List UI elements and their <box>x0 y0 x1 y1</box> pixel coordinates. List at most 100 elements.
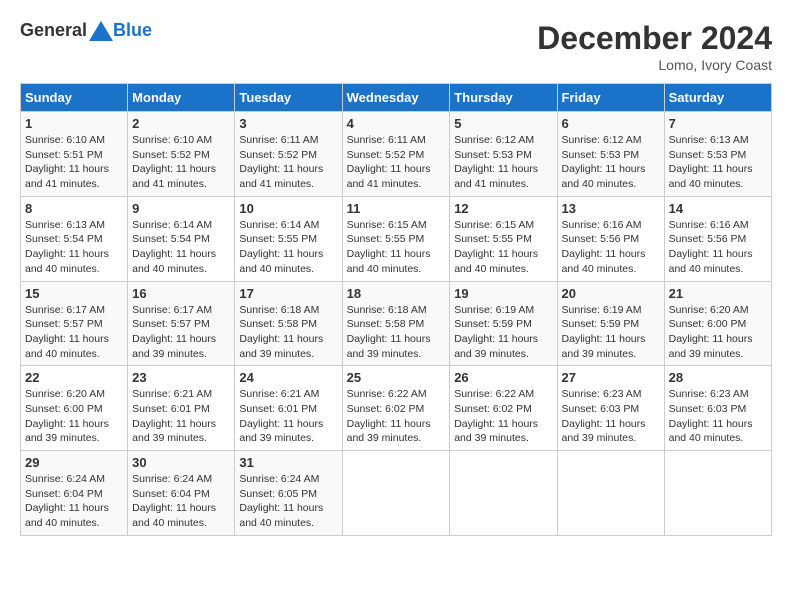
location-subtitle: Lomo, Ivory Coast <box>537 57 772 73</box>
day-number: 20 <box>562 286 660 301</box>
day-number: 27 <box>562 370 660 385</box>
day-info: Sunrise: 6:20 AM Sunset: 6:00 PM Dayligh… <box>669 303 767 362</box>
day-number: 30 <box>132 455 230 470</box>
calendar-day-29: 29 Sunrise: 6:24 AM Sunset: 6:04 PM Dayl… <box>21 451 128 536</box>
day-info: Sunrise: 6:16 AM Sunset: 5:56 PM Dayligh… <box>669 218 767 277</box>
calendar-header-row: Sunday Monday Tuesday Wednesday Thursday… <box>21 84 772 112</box>
calendar-day-7: 7 Sunrise: 6:13 AM Sunset: 5:53 PM Dayli… <box>664 112 771 197</box>
calendar-day-28: 28 Sunrise: 6:23 AM Sunset: 6:03 PM Dayl… <box>664 366 771 451</box>
calendar-day-3: 3 Sunrise: 6:11 AM Sunset: 5:52 PM Dayli… <box>235 112 342 197</box>
calendar-day-5: 5 Sunrise: 6:12 AM Sunset: 5:53 PM Dayli… <box>450 112 557 197</box>
calendar-day-4: 4 Sunrise: 6:11 AM Sunset: 5:52 PM Dayli… <box>342 112 450 197</box>
day-info: Sunrise: 6:15 AM Sunset: 5:55 PM Dayligh… <box>454 218 552 277</box>
day-info: Sunrise: 6:23 AM Sunset: 6:03 PM Dayligh… <box>669 387 767 446</box>
calendar-day-20: 20 Sunrise: 6:19 AM Sunset: 5:59 PM Dayl… <box>557 281 664 366</box>
day-number: 31 <box>239 455 337 470</box>
logo-blue: Blue <box>113 20 152 41</box>
header-thursday: Thursday <box>450 84 557 112</box>
day-number: 13 <box>562 201 660 216</box>
day-info: Sunrise: 6:16 AM Sunset: 5:56 PM Dayligh… <box>562 218 660 277</box>
day-number: 1 <box>25 116 123 131</box>
day-info: Sunrise: 6:13 AM Sunset: 5:53 PM Dayligh… <box>669 133 767 192</box>
day-number: 7 <box>669 116 767 131</box>
logo: General Blue <box>20 20 152 41</box>
day-number: 14 <box>669 201 767 216</box>
day-info: Sunrise: 6:20 AM Sunset: 6:00 PM Dayligh… <box>25 387 123 446</box>
day-number: 5 <box>454 116 552 131</box>
month-title: December 2024 <box>537 20 772 57</box>
day-number: 16 <box>132 286 230 301</box>
day-info: Sunrise: 6:14 AM Sunset: 5:55 PM Dayligh… <box>239 218 337 277</box>
calendar-day-1: 1 Sunrise: 6:10 AM Sunset: 5:51 PM Dayli… <box>21 112 128 197</box>
day-info: Sunrise: 6:12 AM Sunset: 5:53 PM Dayligh… <box>562 133 660 192</box>
day-info: Sunrise: 6:10 AM Sunset: 5:52 PM Dayligh… <box>132 133 230 192</box>
calendar-week-row-5: 29 Sunrise: 6:24 AM Sunset: 6:04 PM Dayl… <box>21 451 772 536</box>
calendar-day-empty <box>557 451 664 536</box>
day-number: 3 <box>239 116 337 131</box>
day-info: Sunrise: 6:24 AM Sunset: 6:05 PM Dayligh… <box>239 472 337 531</box>
calendar-day-6: 6 Sunrise: 6:12 AM Sunset: 5:53 PM Dayli… <box>557 112 664 197</box>
calendar-day-24: 24 Sunrise: 6:21 AM Sunset: 6:01 PM Dayl… <box>235 366 342 451</box>
logo-icon <box>89 21 113 41</box>
calendar-day-22: 22 Sunrise: 6:20 AM Sunset: 6:00 PM Dayl… <box>21 366 128 451</box>
header-friday: Friday <box>557 84 664 112</box>
day-info: Sunrise: 6:19 AM Sunset: 5:59 PM Dayligh… <box>562 303 660 362</box>
calendar-week-row-3: 15 Sunrise: 6:17 AM Sunset: 5:57 PM Dayl… <box>21 281 772 366</box>
header-tuesday: Tuesday <box>235 84 342 112</box>
day-info: Sunrise: 6:23 AM Sunset: 6:03 PM Dayligh… <box>562 387 660 446</box>
page-header: General Blue December 2024 Lomo, Ivory C… <box>20 20 772 73</box>
day-info: Sunrise: 6:11 AM Sunset: 5:52 PM Dayligh… <box>347 133 446 192</box>
calendar-day-31: 31 Sunrise: 6:24 AM Sunset: 6:05 PM Dayl… <box>235 451 342 536</box>
day-info: Sunrise: 6:19 AM Sunset: 5:59 PM Dayligh… <box>454 303 552 362</box>
day-number: 4 <box>347 116 446 131</box>
calendar-week-row-1: 1 Sunrise: 6:10 AM Sunset: 5:51 PM Dayli… <box>21 112 772 197</box>
calendar-day-2: 2 Sunrise: 6:10 AM Sunset: 5:52 PM Dayli… <box>128 112 235 197</box>
calendar-day-10: 10 Sunrise: 6:14 AM Sunset: 5:55 PM Dayl… <box>235 196 342 281</box>
day-number: 8 <box>25 201 123 216</box>
day-info: Sunrise: 6:17 AM Sunset: 5:57 PM Dayligh… <box>132 303 230 362</box>
calendar-day-19: 19 Sunrise: 6:19 AM Sunset: 5:59 PM Dayl… <box>450 281 557 366</box>
calendar-week-row-2: 8 Sunrise: 6:13 AM Sunset: 5:54 PM Dayli… <box>21 196 772 281</box>
calendar-day-13: 13 Sunrise: 6:16 AM Sunset: 5:56 PM Dayl… <box>557 196 664 281</box>
day-number: 18 <box>347 286 446 301</box>
header-sunday: Sunday <box>21 84 128 112</box>
calendar-day-empty <box>342 451 450 536</box>
day-info: Sunrise: 6:24 AM Sunset: 6:04 PM Dayligh… <box>25 472 123 531</box>
calendar-day-30: 30 Sunrise: 6:24 AM Sunset: 6:04 PM Dayl… <box>128 451 235 536</box>
calendar-day-8: 8 Sunrise: 6:13 AM Sunset: 5:54 PM Dayli… <box>21 196 128 281</box>
logo-general: General <box>20 20 87 41</box>
day-number: 21 <box>669 286 767 301</box>
calendar-week-row-4: 22 Sunrise: 6:20 AM Sunset: 6:00 PM Dayl… <box>21 366 772 451</box>
day-number: 26 <box>454 370 552 385</box>
day-number: 29 <box>25 455 123 470</box>
day-info: Sunrise: 6:18 AM Sunset: 5:58 PM Dayligh… <box>239 303 337 362</box>
day-number: 17 <box>239 286 337 301</box>
day-number: 22 <box>25 370 123 385</box>
calendar-table: Sunday Monday Tuesday Wednesday Thursday… <box>20 83 772 536</box>
day-info: Sunrise: 6:15 AM Sunset: 5:55 PM Dayligh… <box>347 218 446 277</box>
day-info: Sunrise: 6:21 AM Sunset: 6:01 PM Dayligh… <box>239 387 337 446</box>
calendar-day-26: 26 Sunrise: 6:22 AM Sunset: 6:02 PM Dayl… <box>450 366 557 451</box>
calendar-day-11: 11 Sunrise: 6:15 AM Sunset: 5:55 PM Dayl… <box>342 196 450 281</box>
day-number: 11 <box>347 201 446 216</box>
day-number: 28 <box>669 370 767 385</box>
calendar-day-25: 25 Sunrise: 6:22 AM Sunset: 6:02 PM Dayl… <box>342 366 450 451</box>
day-number: 12 <box>454 201 552 216</box>
calendar-day-16: 16 Sunrise: 6:17 AM Sunset: 5:57 PM Dayl… <box>128 281 235 366</box>
day-info: Sunrise: 6:10 AM Sunset: 5:51 PM Dayligh… <box>25 133 123 192</box>
header-saturday: Saturday <box>664 84 771 112</box>
day-info: Sunrise: 6:18 AM Sunset: 5:58 PM Dayligh… <box>347 303 446 362</box>
calendar-day-23: 23 Sunrise: 6:21 AM Sunset: 6:01 PM Dayl… <box>128 366 235 451</box>
day-info: Sunrise: 6:14 AM Sunset: 5:54 PM Dayligh… <box>132 218 230 277</box>
calendar-day-9: 9 Sunrise: 6:14 AM Sunset: 5:54 PM Dayli… <box>128 196 235 281</box>
day-number: 19 <box>454 286 552 301</box>
title-area: December 2024 Lomo, Ivory Coast <box>537 20 772 73</box>
day-number: 23 <box>132 370 230 385</box>
day-info: Sunrise: 6:17 AM Sunset: 5:57 PM Dayligh… <box>25 303 123 362</box>
calendar-day-18: 18 Sunrise: 6:18 AM Sunset: 5:58 PM Dayl… <box>342 281 450 366</box>
day-number: 10 <box>239 201 337 216</box>
day-number: 24 <box>239 370 337 385</box>
header-monday: Monday <box>128 84 235 112</box>
day-info: Sunrise: 6:22 AM Sunset: 6:02 PM Dayligh… <box>454 387 552 446</box>
calendar-day-27: 27 Sunrise: 6:23 AM Sunset: 6:03 PM Dayl… <box>557 366 664 451</box>
